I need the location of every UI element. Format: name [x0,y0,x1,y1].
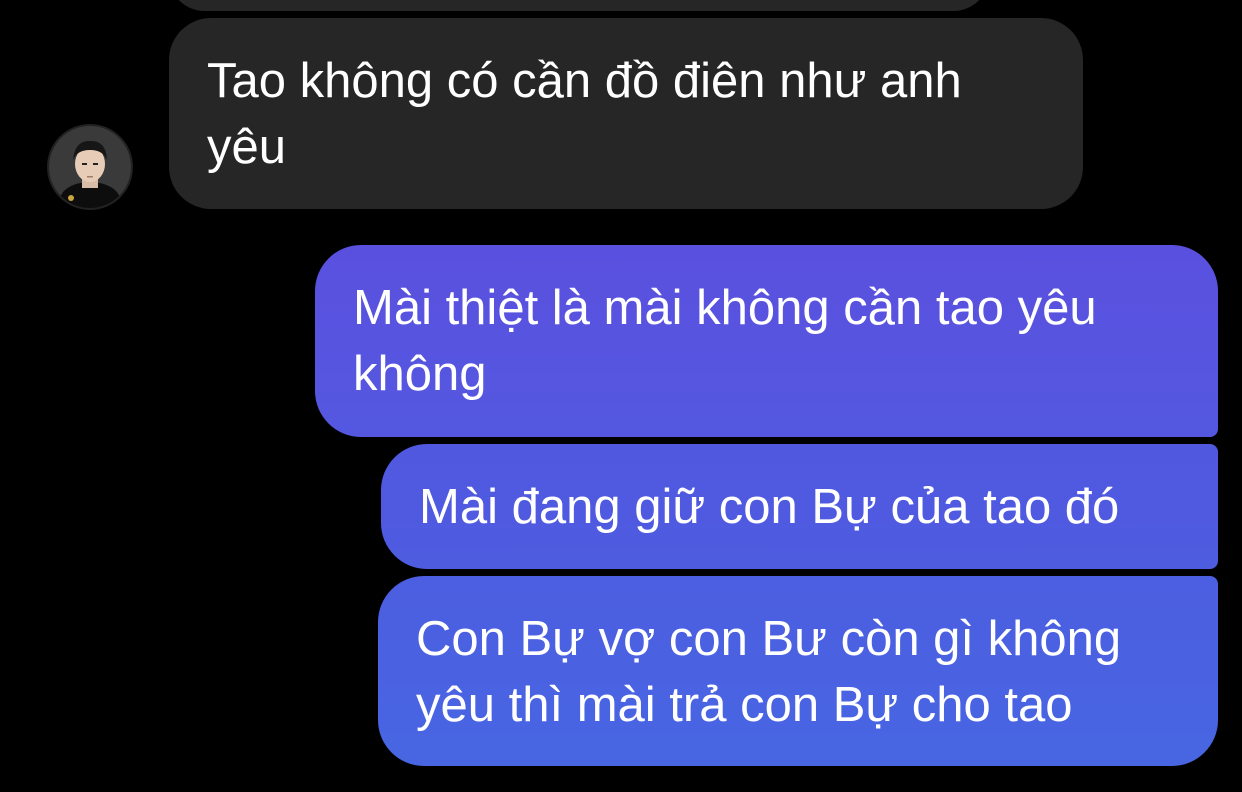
previous-message-bubble[interactable] [169,0,989,11]
user-avatar-icon [49,126,131,208]
incoming-message-bubble[interactable]: Tao không có cần đồ điên như anh yêu [169,18,1083,209]
chat-thread: Tao không có cần đồ điên như anh yêu Mài… [0,0,1242,792]
outgoing-message-bubble[interactable]: Con Bự vợ con Bư còn gì không yêu thì mà… [378,576,1218,766]
contact-avatar[interactable] [49,126,131,208]
outgoing-message-bubble[interactable]: Mài thiệt là mài không cần tao yêu không [315,245,1218,437]
outgoing-message-bubble[interactable]: Mài đang giữ con Bự của tao đó [381,444,1218,569]
